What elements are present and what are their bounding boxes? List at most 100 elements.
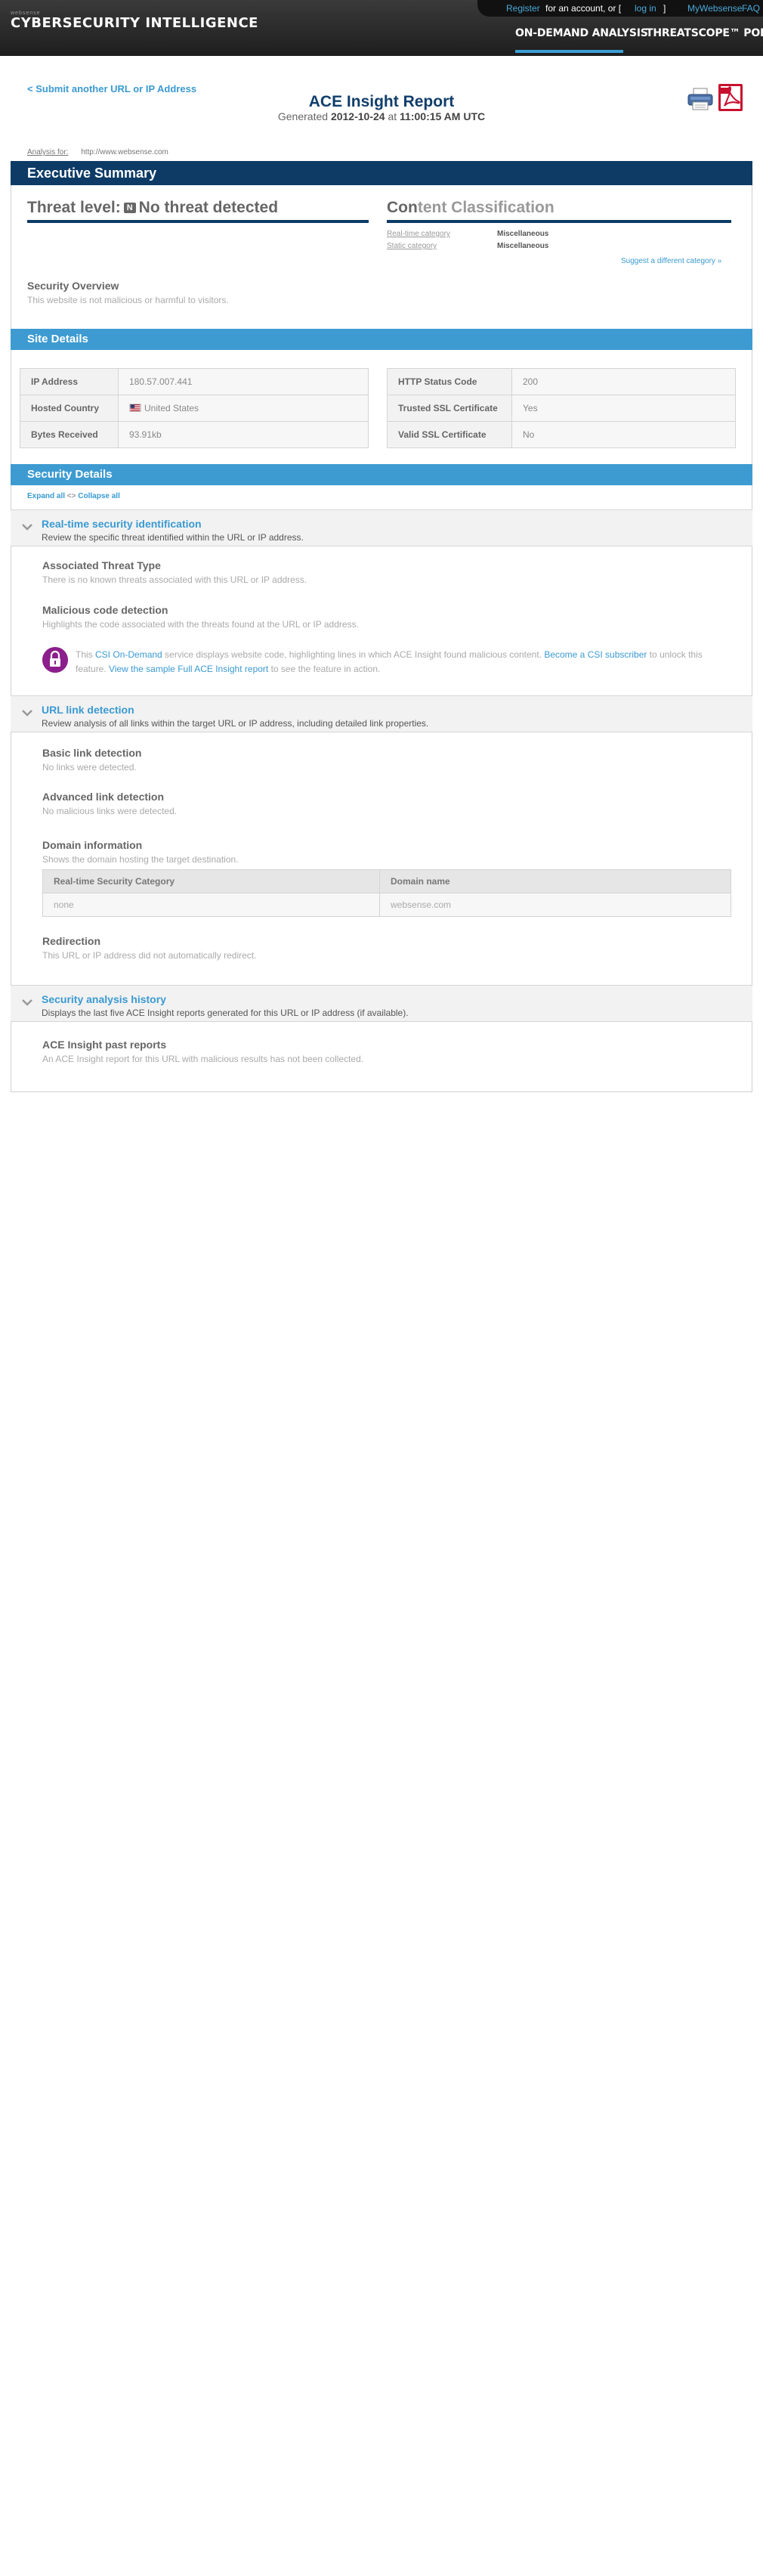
threat-type-heading: Associated Threat Type: [42, 559, 161, 571]
static-category-label[interactable]: Static category: [387, 242, 437, 250]
bytes-received-key: Bytes Received: [20, 421, 119, 448]
view-sample-report-link[interactable]: View the sample Full ACE Insight report: [109, 664, 268, 674]
faq-link[interactable]: FAQ: [742, 3, 760, 14]
account-text: for an account, or [: [545, 3, 622, 14]
domain-col-category: Real-time Security Category: [42, 869, 380, 893]
basic-link-text: No links were detected.: [42, 762, 137, 772]
site-details-header: Site Details: [11, 329, 752, 350]
threat-level: Threat level: N No threat detected: [27, 199, 278, 217]
csi-upsell-text: This CSI On-Demand service displays webs…: [76, 648, 733, 677]
generated-date: 2012-10-24: [330, 110, 385, 122]
security-history-subtitle: Displays the last five ACE Insight repor…: [42, 1008, 409, 1018]
threat-level-value: No threat detected: [138, 199, 279, 216]
hosted-country-value: United States: [144, 403, 199, 413]
valid-ssl-value: No: [511, 421, 736, 448]
generated-at: at: [388, 110, 397, 122]
csi-text-4: to see the feature in action.: [268, 664, 381, 674]
table-header-row: Real-time Security Category Domain name: [42, 869, 731, 893]
analysis-for: Analysis for: http://www.websense.com: [27, 148, 168, 156]
domain-category-cell: none: [42, 893, 380, 917]
analysis-url: http://www.websense.com: [81, 148, 168, 156]
basic-link-heading: Basic link detection: [42, 747, 142, 759]
domain-col-name: Domain name: [379, 869, 731, 893]
login-link[interactable]: log in: [635, 3, 656, 14]
threat-level-rule: [27, 220, 369, 223]
realtime-security-accordion[interactable]: Real-time security identification Review…: [11, 509, 752, 546]
pdf-icon[interactable]: [718, 83, 743, 112]
content-rest: tent Classification: [417, 199, 554, 216]
url-link-detection-title[interactable]: URL link detection: [42, 704, 134, 716]
domain-info-heading: Domain information: [42, 839, 143, 851]
past-reports-heading: ACE Insight past reports: [42, 1039, 167, 1051]
report-generated: Generated 2012-10-24 at 11:00:15 AM UTC: [0, 110, 763, 122]
static-category-value: Miscellaneous: [497, 242, 549, 250]
table-row: Valid SSL Certificate No: [387, 421, 736, 448]
become-subscriber-link[interactable]: Become a CSI subscriber: [544, 649, 647, 660]
content-prefix: Con: [387, 199, 418, 216]
expand-all-link[interactable]: Expand all: [27, 492, 65, 500]
content-classification-heading: Content Classification: [387, 199, 554, 217]
register-link[interactable]: Register: [506, 3, 540, 14]
expand-collapse-separator: <>: [66, 492, 76, 500]
realtime-category-label[interactable]: Real-time category: [387, 230, 450, 238]
realtime-security-title[interactable]: Real-time security identification: [42, 518, 202, 530]
bytes-received-value: 93.91kb: [118, 421, 369, 448]
past-reports-text: An ACE Insight report for this URL with …: [42, 1054, 364, 1064]
threat-level-label: Threat level:: [27, 199, 121, 216]
table-row: none websense.com: [42, 893, 731, 917]
threat-type-text: There is no known threats associated wit…: [42, 574, 307, 585]
chevron-down-icon[interactable]: [21, 707, 33, 719]
hosted-country-key: Hosted Country: [20, 395, 119, 422]
ip-address-value: 180.57.007.441: [118, 368, 369, 395]
domain-info-text: Shows the domain hosting the target dest…: [42, 854, 239, 865]
brand-logo-text[interactable]: CYBERSECURITY INTELLIGENCE: [11, 15, 258, 31]
generated-prefix: Generated: [277, 110, 329, 122]
site-details-left-table: IP Address 180.57.007.441 Hosted Country…: [20, 368, 369, 448]
url-link-detection-subtitle: Review analysis of all links within the …: [42, 718, 429, 729]
http-status-key: HTTP Status Code: [387, 368, 512, 395]
table-row: Hosted Country United States: [20, 395, 369, 422]
advanced-link-heading: Advanced link detection: [42, 791, 165, 803]
redirection-heading: Redirection: [42, 935, 101, 947]
csi-on-demand-link[interactable]: CSI On-Demand: [95, 649, 162, 660]
security-overview-heading: Security Overview: [27, 280, 119, 292]
executive-summary-header: Executive Summary: [11, 161, 752, 185]
valid-ssl-key: Valid SSL Certificate: [387, 421, 512, 448]
active-nav-indicator: [515, 50, 623, 53]
url-link-detection-accordion[interactable]: URL link detection Review analysis of al…: [11, 695, 752, 732]
table-row: Trusted SSL Certificate Yes: [387, 395, 736, 422]
mywebsense-link[interactable]: MyWebsense: [687, 3, 742, 14]
top-header: websense CYBERSECURITY INTELLIGENCE Regi…: [0, 0, 763, 56]
lock-icon: [42, 647, 68, 673]
advanced-link-text: No malicious links were detected.: [42, 806, 178, 816]
generated-time: 11:00:15 AM UTC: [400, 110, 486, 122]
realtime-category-value: Miscellaneous: [497, 230, 549, 238]
security-history-title[interactable]: Security analysis history: [42, 993, 166, 1005]
table-row: IP Address 180.57.007.441: [20, 368, 369, 395]
csi-text-1: This: [76, 649, 96, 660]
expand-collapse-controls: Expand all <> Collapse all: [27, 492, 120, 500]
chevron-down-icon[interactable]: [21, 521, 33, 533]
table-row: HTTP Status Code 200: [387, 368, 736, 395]
nav-threatscope-portal[interactable]: THREATSCOPE™ PORTAL: [646, 27, 763, 39]
realtime-security-subtitle: Review the specific threat identified wi…: [42, 532, 304, 543]
content-classification-rule: [387, 220, 731, 223]
security-details-header: Security Details: [11, 464, 752, 485]
domain-name-cell: websense.com: [379, 893, 731, 917]
redirection-text: This URL or IP address did not automatic…: [42, 950, 257, 961]
csi-text-2: service displays website code, highlight…: [162, 649, 545, 660]
http-status-value: 200: [511, 368, 736, 395]
suggest-category-link[interactable]: Suggest a different category »: [621, 257, 721, 265]
site-details-right-table: HTTP Status Code 200 Trusted SSL Certifi…: [387, 368, 736, 448]
hosted-country-cell: United States: [118, 395, 369, 422]
domain-info-table: Real-time Security Category Domain name …: [42, 869, 731, 917]
chevron-down-icon[interactable]: [21, 996, 33, 1008]
security-history-accordion[interactable]: Security analysis history Displays the l…: [11, 985, 752, 1022]
trusted-ssl-value: Yes: [511, 395, 736, 422]
collapse-all-link[interactable]: Collapse all: [78, 492, 120, 500]
account-links-bar: Register for an account, or [ log in ] M…: [477, 0, 763, 17]
printer-icon[interactable]: [687, 88, 713, 110]
malicious-code-text: Highlights the code associated with the …: [42, 619, 359, 630]
analysis-label: Analysis for:: [27, 148, 69, 156]
nav-on-demand-analysis[interactable]: ON-DEMAND ANALYSIS: [515, 27, 648, 39]
